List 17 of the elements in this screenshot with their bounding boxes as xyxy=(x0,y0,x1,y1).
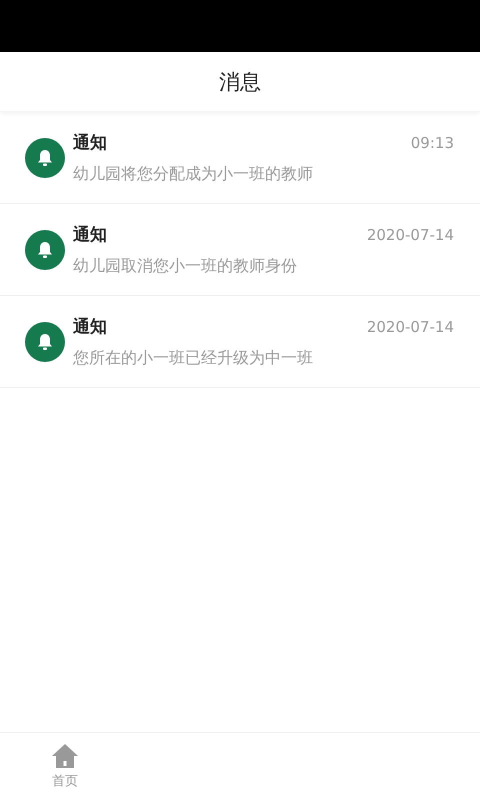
message-item[interactable]: 通知 09:13 幼儿园将您分配成为小一班的教师 xyxy=(0,112,480,204)
home-icon xyxy=(51,743,79,769)
message-title: 通知 xyxy=(73,317,107,338)
message-item[interactable]: 通知 2020-07-14 幼儿园取消您小一班的教师身份 xyxy=(0,204,480,296)
message-text: 幼儿园取消您小一班的教师身份 xyxy=(73,256,298,275)
bell-icon xyxy=(25,138,65,178)
message-title: 通知 xyxy=(73,225,107,246)
message-title: 通知 xyxy=(73,133,107,154)
message-text: 您所在的小一班已经升级为中一班 xyxy=(73,348,314,367)
message-text: 幼儿园将您分配成为小一班的教师 xyxy=(73,164,314,183)
bell-icon xyxy=(25,322,65,362)
message-time: 2020-07-14 xyxy=(366,317,454,338)
message-time: 2020-07-14 xyxy=(366,225,454,246)
bell-icon xyxy=(25,230,65,270)
page-title: 消息 xyxy=(219,68,261,96)
message-time: 09:13 xyxy=(410,133,454,154)
message-item[interactable]: 通知 2020-07-14 您所在的小一班已经升级为中一班 xyxy=(0,296,480,388)
